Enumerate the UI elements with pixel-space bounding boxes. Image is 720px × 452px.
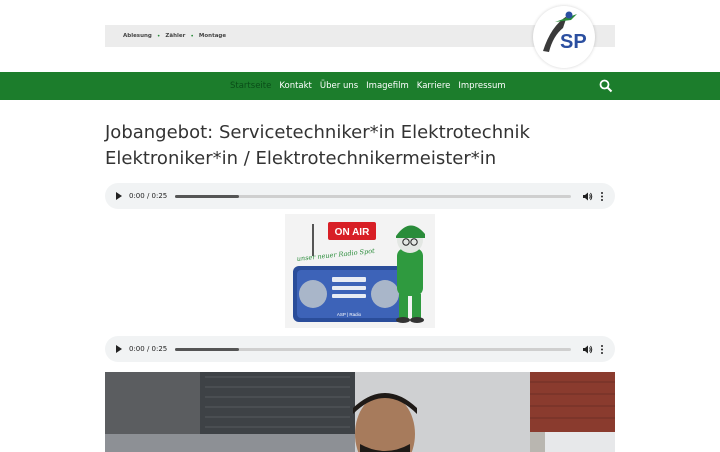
nav-item-karriere[interactable]: Karriere bbox=[417, 81, 451, 91]
nav-item-impressum[interactable]: Impressum bbox=[458, 81, 505, 91]
logo-text: SP bbox=[560, 31, 587, 53]
audio-progress-bar[interactable] bbox=[175, 194, 572, 198]
radio-spot-promo-image: ON AIR unser neuer Radio Spot ASP | Radi… bbox=[285, 214, 435, 328]
topbar-item-ablesung: Ablesung bbox=[123, 33, 152, 39]
search-icon[interactable] bbox=[599, 79, 613, 93]
topbar-separator: • bbox=[156, 32, 161, 40]
company-logo[interactable]: SP bbox=[533, 6, 595, 68]
main-nav: Startseite Kontakt Über uns Imagefilm Ka… bbox=[0, 72, 720, 100]
audio-time: 0:00 / 0:25 bbox=[129, 192, 168, 200]
play-icon[interactable] bbox=[116, 192, 122, 200]
audio-progress-fill bbox=[175, 194, 239, 198]
page-title-line1: Jobangebot: Servicetechniker*in Elektrot… bbox=[105, 122, 530, 143]
photo-scene bbox=[105, 372, 615, 452]
audio-progress-fill bbox=[175, 347, 239, 351]
nav-links: Startseite Kontakt Über uns Imagefilm Ka… bbox=[230, 72, 514, 100]
radio-illustration: ON AIR unser neuer Radio Spot ASP | Radi… bbox=[285, 214, 435, 328]
nav-item-imagefilm[interactable]: Imagefilm bbox=[366, 81, 409, 91]
logo-emblem: SP bbox=[543, 11, 587, 53]
nav-item-ueber-uns[interactable]: Über uns bbox=[320, 81, 358, 91]
topbar-separator: • bbox=[190, 32, 194, 40]
employee-photo bbox=[105, 372, 615, 452]
topbar-item-montage: Montage bbox=[198, 33, 227, 39]
play-icon[interactable] bbox=[116, 345, 122, 353]
topbar-item-zaehler: Zähler bbox=[165, 33, 186, 39]
volume-icon[interactable] bbox=[582, 191, 593, 202]
radio-label: ASP | Radio bbox=[337, 312, 362, 317]
page-title-line2: Elektroniker*in / Elektrotechnikermeiste… bbox=[105, 148, 497, 169]
more-options-icon[interactable] bbox=[598, 344, 606, 355]
nav-item-kontakt[interactable]: Kontakt bbox=[279, 81, 312, 91]
more-options-icon[interactable] bbox=[598, 191, 606, 202]
audio-time: 0:00 / 0:25 bbox=[129, 345, 168, 353]
audio-progress-bar[interactable] bbox=[175, 347, 572, 351]
volume-icon[interactable] bbox=[582, 344, 593, 355]
audio-player-1[interactable]: 0:00 / 0:25 bbox=[105, 183, 615, 209]
page-title: Jobangebot: Servicetechniker*in Elektrot… bbox=[105, 120, 625, 172]
audio-player-2[interactable]: 0:00 / 0:25 bbox=[105, 336, 615, 362]
nav-item-startseite[interactable]: Startseite bbox=[230, 81, 271, 91]
on-air-badge: ON AIR bbox=[335, 227, 370, 238]
